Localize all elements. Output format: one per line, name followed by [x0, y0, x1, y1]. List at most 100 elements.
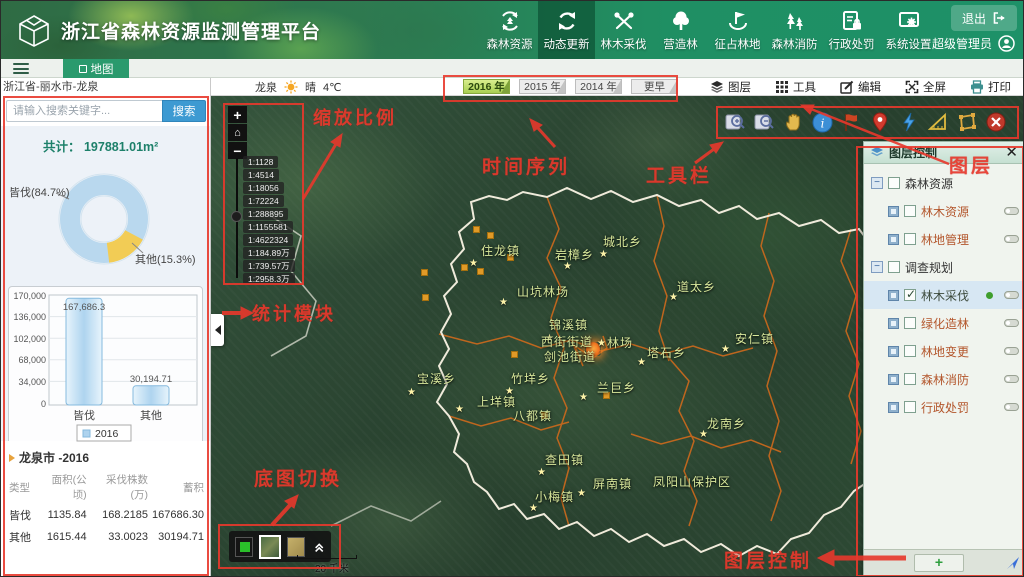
pan-hand-icon[interactable] [782, 111, 804, 133]
layer-label[interactable]: 森林消防 [921, 371, 969, 388]
layer-row[interactable]: 绿化造林 [864, 309, 1024, 337]
search-button[interactable]: 搜索 [162, 100, 206, 122]
tab-map[interactable]: 地图 [63, 59, 129, 78]
layer-label[interactable]: 行政处罚 [921, 399, 969, 416]
zoom-scale-option[interactable]: 1:72224 [243, 195, 284, 207]
zoom-slider-handle[interactable] [231, 211, 242, 222]
draw-polygon-icon[interactable] [956, 111, 978, 133]
print-action-button[interactable]: 打印 [970, 79, 1011, 95]
collapse-node-icon[interactable]: − [871, 261, 883, 273]
layer-opacity-slider-icon[interactable] [1004, 403, 1019, 411]
layer-opacity-slider-icon[interactable] [1004, 207, 1019, 215]
basemap-terrain-thumbnail[interactable] [287, 537, 305, 557]
layer-row[interactable]: 行政处罚 [864, 393, 1024, 421]
harvest-patch-marker[interactable] [487, 232, 494, 239]
layer-checkbox[interactable] [888, 261, 900, 273]
layer-row[interactable]: 林地管理 [864, 225, 1024, 253]
layer-checkbox[interactable] [888, 177, 900, 189]
add-layer-button[interactable]: + [914, 554, 964, 572]
layer-checkbox[interactable] [904, 345, 916, 357]
layer-row-active[interactable]: 林木采伐 [864, 281, 1024, 309]
layers-action-button[interactable]: 图层 [710, 79, 751, 95]
zoom-scale-option[interactable]: 1:4622324 [243, 234, 293, 246]
user-box[interactable]: 超级管理员 [932, 35, 1015, 52]
layer-opacity-slider-icon[interactable] [1004, 375, 1019, 383]
layer-checkbox[interactable] [904, 233, 916, 245]
lightning-icon[interactable] [898, 111, 920, 133]
zoom-scale-option[interactable]: 1:184.89万 [243, 247, 295, 259]
nav-timber-harvest[interactable]: 林木采伐 [595, 1, 652, 59]
zoom-scale-option[interactable]: 1:288895 [243, 208, 288, 220]
harvest-patch-marker[interactable] [477, 268, 484, 275]
harvest-patch-marker[interactable] [511, 351, 518, 358]
zoom-out-map-icon[interactable] [753, 111, 775, 133]
harvest-patch-marker[interactable] [422, 294, 429, 301]
nav-land-occupation[interactable]: 征占林地 [709, 1, 766, 59]
layer-label[interactable]: 林地变更 [921, 343, 969, 360]
harvest-patch-marker[interactable] [461, 264, 468, 271]
close-icon[interactable]: ✕ [1005, 146, 1018, 160]
year-button-earlier[interactable]: 更早 [631, 79, 678, 94]
layer-opacity-slider-icon[interactable] [1004, 347, 1019, 355]
zoom-in-map-icon[interactable] [724, 111, 746, 133]
zoom-scale-option[interactable]: 1:1128 [243, 156, 278, 168]
layer-checkbox[interactable] [904, 373, 916, 385]
year-button-2014[interactable]: 2014 年 [575, 79, 622, 94]
layer-label[interactable]: 森林资源 [905, 175, 953, 192]
basemap-vector-thumbnail[interactable] [235, 537, 253, 557]
layer-label[interactable]: 林木采伐 [921, 287, 969, 304]
layer-checkbox[interactable] [904, 205, 916, 217]
zoom-scale-option[interactable]: 1:18056 [243, 182, 284, 194]
nav-forest-resources[interactable]: 森林资源 [481, 1, 538, 59]
zoom-scale-option[interactable]: 1:2958.3万 [243, 273, 295, 285]
zoom-scale-option[interactable]: 1:1155581 [243, 221, 293, 233]
layer-label[interactable]: 绿化造林 [921, 315, 969, 332]
harvest-patch-marker[interactable] [421, 269, 428, 276]
harvest-patch-marker[interactable] [473, 226, 480, 233]
layer-checkbox-checked[interactable] [904, 289, 916, 301]
table-row[interactable]: 其他 1615.44 33.0023 30194.71 [5, 526, 206, 548]
layer-label[interactable]: 调查规划 [905, 259, 953, 276]
basemap-satellite-thumbnail[interactable] [259, 535, 281, 559]
year-button-2015[interactable]: 2015 年 [519, 79, 566, 94]
layer-row[interactable]: 林木资源 [864, 197, 1024, 225]
search-input[interactable] [6, 100, 162, 122]
layer-row[interactable]: 林地变更 [864, 337, 1024, 365]
logout-button[interactable]: 退出 [951, 5, 1017, 31]
nav-dynamic-update[interactable]: 动态更新 [538, 1, 595, 59]
nav-forest-fire[interactable]: 森林消防 [766, 1, 823, 59]
year-button-2016[interactable]: 2016 年 [463, 79, 510, 94]
fullscreen-action-button[interactable]: 全屏 [905, 79, 946, 95]
zoom-in-button[interactable]: + [228, 106, 247, 123]
identify-icon[interactable]: i [811, 111, 833, 133]
table-row[interactable]: 皆伐 1135.84 168.2185 167686.30 [5, 504, 206, 526]
pin-marker-icon[interactable] [869, 111, 891, 133]
layer-checkbox[interactable] [904, 317, 916, 329]
collapse-node-icon[interactable]: − [871, 177, 883, 189]
expand-basemaps-icon[interactable] [313, 540, 325, 554]
layer-row[interactable]: 森林消防 [864, 365, 1024, 393]
zoom-scale-option[interactable]: 1:4514 [243, 169, 279, 181]
home-extent-button[interactable]: ⌂ [228, 124, 247, 141]
nav-admin-penalty[interactable]: 行政处罚 [823, 1, 880, 59]
layer-opacity-slider-icon[interactable] [1004, 291, 1019, 299]
bar-other[interactable] [133, 386, 169, 405]
layer-checkbox[interactable] [904, 401, 916, 413]
edit-action-button[interactable]: 编辑 [840, 79, 881, 95]
nav-system-settings[interactable]: 系统设置 [880, 1, 937, 59]
layer-label[interactable]: 林地管理 [921, 231, 969, 248]
layer-group-row[interactable]: − 调查规划 [864, 253, 1024, 281]
menu-toggle-icon[interactable] [13, 63, 29, 74]
layer-opacity-slider-icon[interactable] [1004, 235, 1019, 243]
clear-icon[interactable] [985, 111, 1007, 133]
layer-label[interactable]: 林木资源 [921, 203, 969, 220]
nav-afforestation[interactable]: 营造林 [652, 1, 709, 59]
tools-action-button[interactable]: 工具 [775, 79, 816, 95]
flag-marker-icon[interactable] [840, 111, 862, 133]
zoom-scale-option[interactable]: 1:739.57万 [243, 260, 295, 272]
measure-triangle-icon[interactable] [927, 111, 949, 133]
bar-clearcut[interactable] [66, 298, 102, 405]
layer-opacity-slider-icon[interactable] [1004, 319, 1019, 327]
sidebar-collapse-button[interactable] [211, 314, 224, 346]
layer-group-row[interactable]: − 森林资源 [864, 169, 1024, 197]
